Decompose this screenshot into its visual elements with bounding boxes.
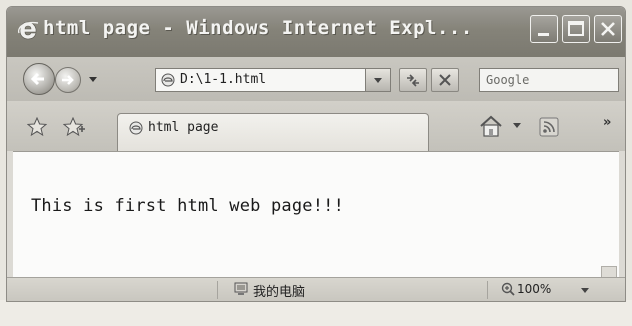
address-text: D:\1-1.html xyxy=(180,72,267,87)
page-icon xyxy=(129,121,143,135)
address-bar[interactable]: D:\1-1.html xyxy=(155,68,391,92)
refresh-icon xyxy=(407,74,419,87)
tab-html-page[interactable]: html page xyxy=(117,113,429,151)
home-icon[interactable] xyxy=(479,115,503,137)
more-tools-chevron-icon[interactable]: » xyxy=(603,115,611,130)
page-background xyxy=(0,300,632,326)
search-input[interactable] xyxy=(480,69,618,91)
page-text: This is first html web page!!! xyxy=(31,196,345,216)
stop-icon xyxy=(439,74,451,86)
security-zone-label: 我的电脑 xyxy=(253,285,306,300)
status-divider xyxy=(217,281,218,299)
chevron-down-icon[interactable] xyxy=(513,123,521,129)
forward-button[interactable] xyxy=(55,67,81,93)
favorites-star-icon[interactable] xyxy=(27,117,47,137)
stop-button[interactable] xyxy=(431,68,459,92)
search-box[interactable] xyxy=(479,68,619,92)
status-bar: 我的电脑 100% xyxy=(7,277,625,301)
feeds-icon[interactable] xyxy=(539,117,559,137)
minimize-button[interactable] xyxy=(530,15,558,43)
back-arrow-icon xyxy=(30,72,44,86)
refresh-button[interactable] xyxy=(399,68,427,92)
add-favorites-icon[interactable] xyxy=(63,117,85,137)
close-button[interactable] xyxy=(594,15,622,43)
page-icon xyxy=(161,73,175,87)
status-divider xyxy=(487,281,488,299)
chevron-down-icon xyxy=(374,78,382,83)
tab-bar: html page » xyxy=(7,101,625,151)
zoom-icon[interactable] xyxy=(501,282,515,296)
maximize-button[interactable] xyxy=(562,15,590,43)
page-content: This is first html web page!!! xyxy=(13,151,619,278)
navigation-bar: D:\1-1.html xyxy=(7,57,625,101)
zoom-level[interactable]: 100% xyxy=(517,282,551,296)
minimize-icon xyxy=(538,33,549,36)
chevron-down-icon[interactable] xyxy=(581,288,589,294)
forward-arrow-icon xyxy=(62,75,74,85)
ie-logo-icon xyxy=(18,21,39,40)
recent-pages-dropdown[interactable] xyxy=(87,73,99,85)
back-button[interactable] xyxy=(23,63,55,95)
computer-icon xyxy=(234,282,248,295)
browser-window: html page - Windows Internet Expl... D:\… xyxy=(6,6,626,302)
window-title: html page - Windows Internet Expl... xyxy=(43,17,473,39)
close-icon xyxy=(601,22,615,36)
title-bar[interactable]: html page - Windows Internet Expl... xyxy=(7,7,625,57)
address-dropdown-button[interactable] xyxy=(365,68,391,92)
tab-label: html page xyxy=(148,120,219,135)
maximize-icon xyxy=(568,21,584,36)
